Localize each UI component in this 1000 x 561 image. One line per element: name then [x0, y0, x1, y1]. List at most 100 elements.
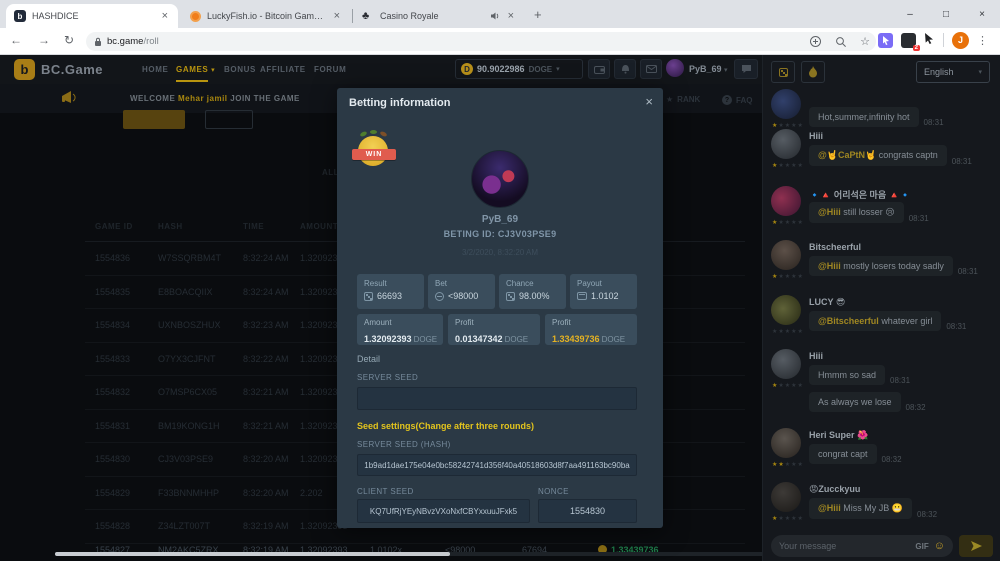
chat-text: congrats captn: [879, 150, 938, 160]
nav-games[interactable]: GAMES ▾: [176, 65, 215, 74]
tab-close-icon[interactable]: ×: [160, 10, 170, 22]
cell-time: 8:32:20 AM: [243, 454, 300, 464]
audio-playing-icon[interactable]: [490, 11, 500, 21]
tab-casino-royale[interactable]: ♣ Casino Royale ×: [354, 4, 524, 28]
dimmed-primary-button[interactable]: [123, 110, 185, 129]
faq-link[interactable]: ?FAQ: [722, 95, 752, 105]
dimmed-secondary-button[interactable]: [205, 110, 253, 129]
chat-mention[interactable]: @Hiii: [818, 207, 841, 217]
brand-name[interactable]: BC.Game: [41, 62, 103, 77]
rank-link[interactable]: ★RANK: [666, 95, 700, 104]
tab-luckyfish[interactable]: LuckyFish.io - Bitcoin Gambling S ×: [182, 4, 350, 28]
extension-badged-icon[interactable]: 2: [901, 33, 916, 48]
horizontal-scrollbar-thumb[interactable]: [55, 552, 450, 556]
tab-close-icon[interactable]: ×: [332, 10, 342, 22]
user-level-stars-icon: ★★★★★: [772, 162, 804, 169]
detail-label: Detail: [357, 354, 380, 364]
col-time: TIME: [243, 222, 300, 231]
chat-mention[interactable]: @Hiii: [818, 261, 841, 271]
header-username[interactable]: PyB_69 ▾: [689, 64, 728, 74]
nonce-field[interactable]: 1554830: [538, 499, 637, 523]
messages-button[interactable]: [640, 59, 662, 79]
player-avatar[interactable]: [471, 150, 529, 208]
chat-language-select[interactable]: English▾: [916, 61, 990, 83]
chat-bubble: congrat capt: [809, 444, 877, 464]
emoji-button[interactable]: ☺: [934, 541, 945, 552]
user-avatar[interactable]: [666, 59, 684, 77]
bcgame-logo[interactable]: b: [14, 59, 35, 80]
chat-username[interactable]: 😡Zucckyuu: [809, 484, 995, 496]
amount-label: Profit: [552, 318, 630, 327]
server-seed-field[interactable]: [357, 387, 637, 410]
modal-close-icon[interactable]: ×: [645, 94, 653, 109]
user-level-stars-icon: ★★★★★: [772, 122, 804, 129]
window-close-button[interactable]: ×: [964, 0, 1000, 28]
client-seed-field[interactable]: KQ7UfRjYEyNBvzVXoNxfCBYxxuuJFxk5: [357, 499, 530, 523]
amount-currency: DOGE: [414, 335, 438, 344]
browser-menu-icon[interactable]: ⋮: [977, 34, 988, 47]
browser-profile-avatar[interactable]: J: [952, 32, 969, 49]
nav-forum[interactable]: FORUM: [314, 65, 346, 74]
window-restore-button[interactable]: □: [928, 0, 964, 28]
avatar: [771, 349, 801, 379]
window-minimize-button[interactable]: –: [892, 0, 928, 28]
search-icon[interactable]: [835, 36, 847, 48]
gif-button[interactable]: GIF: [915, 542, 928, 551]
balance-selector[interactable]: D 90.9022986 DOGE ▾: [455, 59, 583, 79]
wallet-button[interactable]: [588, 59, 610, 79]
new-tab-button[interactable]: +: [534, 7, 542, 22]
chat-bubble-icon: [741, 64, 752, 74]
chat-input-bar[interactable]: GIF ☺: [771, 535, 953, 557]
chat-toggle-button[interactable]: [734, 59, 758, 79]
chat-mention[interactable]: @Hiii: [818, 503, 841, 513]
forward-icon[interactable]: →: [38, 33, 50, 47]
chat-message: ★★★★★ LUCY 😎 @Bitscheerful whatever girl…: [771, 297, 995, 331]
chat-text: congrat capt: [818, 449, 868, 459]
nav-home[interactable]: HOME: [142, 65, 168, 74]
amount-value: 1.33439736: [552, 334, 600, 344]
chat-username[interactable]: LUCY 😎: [809, 297, 995, 309]
leaf-icon: [370, 130, 377, 134]
chat-username[interactable]: Hiii: [809, 131, 995, 143]
user-level-stars-icon: ★★★★★: [772, 515, 804, 522]
circle-plus-icon[interactable]: [809, 35, 822, 48]
chat-time: 08:31: [952, 157, 972, 166]
cell-time: 8:32:21 AM: [243, 421, 300, 431]
chat-bubble: @Hiii Miss My JB 😬: [809, 498, 912, 519]
chat-username[interactable]: Hiii: [809, 351, 995, 363]
bet-stats-row: Result 66693 Bet <98000 Chance 98.00% Pa…: [357, 274, 637, 309]
chat-mention[interactable]: @🤘CaPtN🤘: [818, 150, 876, 160]
back-icon[interactable]: ←: [10, 33, 22, 47]
cell-time: 8:32:24 AM: [243, 253, 300, 263]
chat-username[interactable]: 🔹🔺 어리석은 마음 🔺🔹: [809, 188, 995, 200]
stat-chance: Chance 98.00%: [499, 274, 566, 309]
url-text[interactable]: bc.game/roll: [107, 36, 159, 47]
payout-icon: [577, 292, 587, 300]
chat-username[interactable]: Heri Super 🌺: [809, 430, 995, 442]
dice-icon: [506, 292, 515, 301]
send-message-button[interactable]: [959, 535, 993, 557]
extension-cursor-icon[interactable]: [924, 31, 935, 49]
bookmark-star-icon[interactable]: ☆: [860, 35, 870, 48]
avatar: [771, 240, 801, 270]
reload-icon[interactable]: ↻: [64, 33, 74, 47]
chat-fire-button[interactable]: [801, 61, 825, 83]
nav-affiliate[interactable]: AFFILIATE: [260, 65, 306, 74]
chat-text: still losser 😢: [843, 207, 894, 217]
extension-cursor-purple-icon[interactable]: [878, 33, 893, 48]
tab-close-icon[interactable]: ×: [506, 10, 516, 22]
chat-message-input[interactable]: [779, 541, 910, 551]
col-hash: HASH: [158, 222, 243, 231]
stat-result: Result 66693: [357, 274, 424, 309]
server-seed-hash-field[interactable]: 1b9ad1dae175e04e0bc58242741d356f40a40518…: [357, 454, 637, 476]
flame-icon: [808, 66, 818, 78]
chat-mention[interactable]: @Bitscheerful: [818, 316, 879, 326]
chat-dice-button[interactable]: [771, 61, 795, 83]
stat-value: 66693: [377, 291, 402, 301]
tab-hashdice[interactable]: b HASHDICE ×: [6, 4, 178, 28]
toolbar-divider: [943, 33, 944, 47]
address-bar[interactable]: bc.game/roll ☆: [86, 32, 876, 51]
notifications-button[interactable]: [614, 59, 636, 79]
chat-username[interactable]: Bitscheerful: [809, 242, 995, 254]
nav-bonus[interactable]: BONUS: [224, 65, 256, 74]
